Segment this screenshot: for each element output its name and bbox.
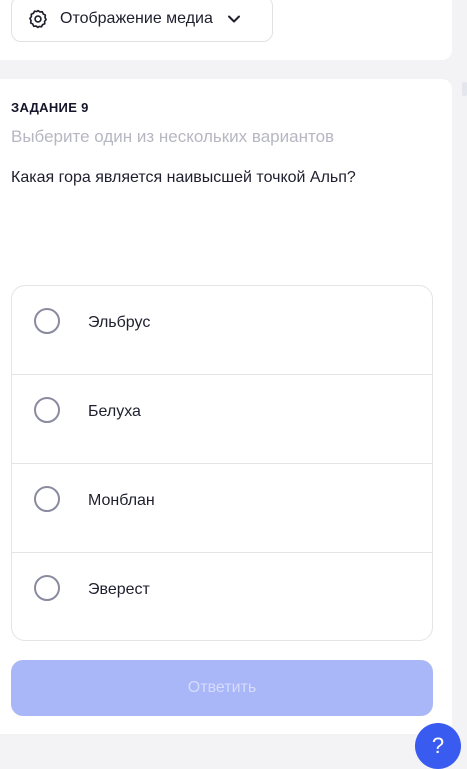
task-number: ЗАДАНИЕ 9 — [11, 100, 89, 115]
help-button[interactable]: ? — [415, 723, 461, 769]
question-text: Какая гора является наивысшей точкой Аль… — [11, 169, 356, 186]
answer-option-label: Белуха — [88, 403, 141, 420]
chevron-down-icon — [227, 15, 240, 23]
radio-button[interactable] — [34, 575, 60, 601]
radio-button[interactable] — [34, 486, 60, 512]
radio-button[interactable] — [34, 308, 60, 334]
task-card: ЗАДАНИЕ 9 Выберите один из нескольких ва… — [0, 79, 452, 734]
answer-option-label: Эльбрус — [88, 314, 151, 331]
gear-icon — [29, 9, 47, 29]
answer-option[interactable]: Белуха — [12, 375, 432, 464]
answer-option[interactable]: Эверест — [12, 553, 432, 640]
answer-options: Эльбрус Белуха Монблан Эверест — [11, 285, 433, 641]
media-display-button[interactable]: Отображение медиа — [11, 0, 273, 42]
radio-button[interactable] — [34, 397, 60, 423]
scrollbar-thumb[interactable] — [462, 82, 467, 96]
answer-option[interactable]: Эльбрус — [12, 286, 432, 375]
submit-answer-button[interactable]: Ответить — [11, 660, 433, 716]
task-instruction: Выберите один из нескольких вариантов — [11, 127, 335, 146]
answer-option-label: Монблан — [88, 492, 155, 509]
answer-option[interactable]: Монблан — [12, 464, 432, 553]
media-display-label: Отображение медиа — [60, 10, 213, 27]
answer-option-label: Эверест — [88, 581, 150, 598]
